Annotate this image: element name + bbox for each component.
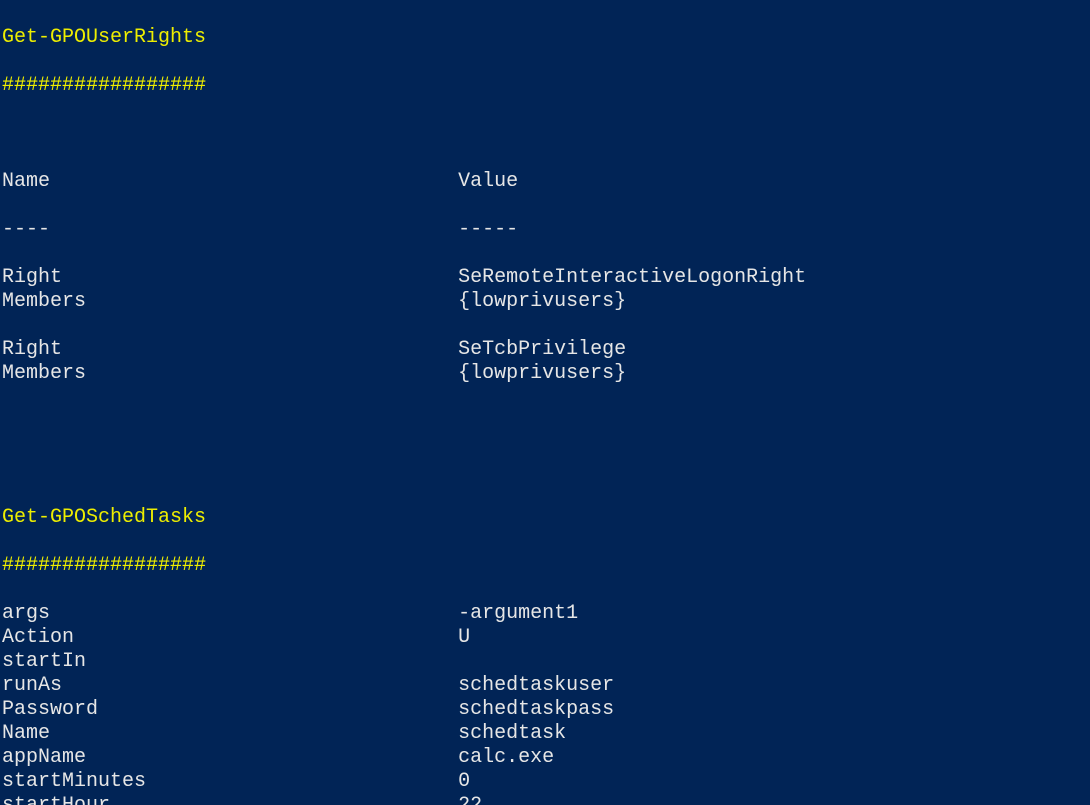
section1-rows: Right SeRemoteInteractiveLogonRightMembe… xyxy=(2,266,1090,386)
table-row: runAs schedtaskuser xyxy=(2,674,1090,698)
table-row xyxy=(2,314,1090,338)
table-header: Name Value xyxy=(2,170,1090,194)
table-row: Password schedtaskpass xyxy=(2,698,1090,722)
col-value: Value xyxy=(458,170,518,193)
table-row: startIn xyxy=(2,650,1090,674)
blank-line xyxy=(2,410,1090,434)
table-row: Members {lowprivusers} xyxy=(2,290,1090,314)
table-row: startMinutes 0 xyxy=(2,770,1090,794)
table-row: startHour 22 xyxy=(2,794,1090,805)
section-title: Get-GPOUserRights xyxy=(2,26,1090,50)
table-row: Name schedtask xyxy=(2,722,1090,746)
table-row: Right SeTcbPrivilege xyxy=(2,338,1090,362)
col-name: Name xyxy=(2,170,458,193)
table-header-divider: ---- ----- xyxy=(2,218,1090,242)
section2-rows: args -argument1Action UstartIn runAs sch… xyxy=(2,602,1090,805)
table-row: Members {lowprivusers} xyxy=(2,362,1090,386)
col-name-dash: ---- xyxy=(2,218,458,241)
table-row: Right SeRemoteInteractiveLogonRight xyxy=(2,266,1090,290)
blank-line xyxy=(2,458,1090,482)
table-row: args -argument1 xyxy=(2,602,1090,626)
section-divider: ################# xyxy=(2,74,1090,98)
section-divider: ################# xyxy=(2,554,1090,578)
table-row: appName calc.exe xyxy=(2,746,1090,770)
blank-line xyxy=(2,122,1090,146)
section-title: Get-GPOSchedTasks xyxy=(2,506,1090,530)
table-row: Action U xyxy=(2,626,1090,650)
col-value-dash: ----- xyxy=(458,218,518,241)
powershell-console[interactable]: Get-GPOUserRights ################# Name… xyxy=(0,0,1090,805)
